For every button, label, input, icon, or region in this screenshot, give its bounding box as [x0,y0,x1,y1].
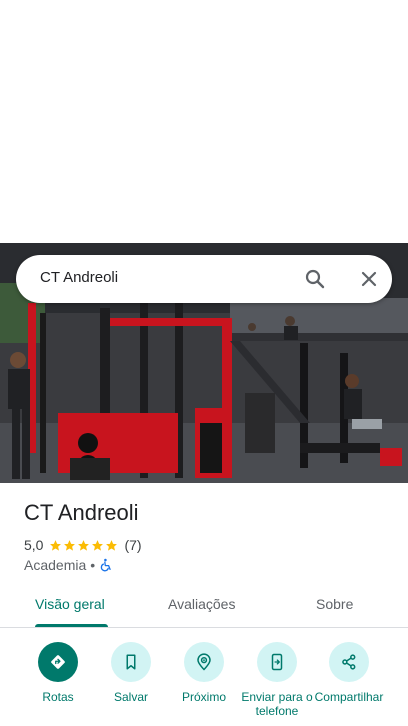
directions-icon [51,655,65,669]
share-button-circle [329,642,369,682]
nearby-icon [197,653,211,671]
place-category: Academia [24,557,87,573]
share-button[interactable]: Compartilhar [309,642,389,704]
action-bar: Rotas Salvar Próximo Enviar para o telef… [0,640,408,726]
map-blank-area [0,0,408,243]
rating-row[interactable]: 5,0 (7) [24,536,142,554]
star-rating [49,539,118,552]
tab-about[interactable]: Sobre [316,596,353,612]
nearby-button-circle [184,642,224,682]
save-label: Salvar [113,690,148,704]
star-icon [64,539,76,551]
send-to-phone-button-circle [257,642,297,682]
save-button[interactable]: Salvar [91,642,171,704]
wheelchair-accessible-icon [100,558,111,572]
nearby-label: Próximo [181,690,226,704]
share-icon [342,654,356,670]
bookmark-icon [126,654,136,670]
tab-overview[interactable]: Visão geral [35,596,105,612]
star-icon [50,539,62,551]
directions-button-circle [38,642,78,682]
active-tab-indicator [35,624,108,627]
send-to-phone-button[interactable]: Enviar para o telefone [237,642,317,718]
rating-value: 5,0 [24,537,44,553]
search-bar[interactable]: CT Andreoli [16,255,392,303]
star-icon [92,539,104,551]
place-tabs: Visão geral Avaliações Sobre [0,586,408,628]
send-to-phone-label: Enviar para o telefone [241,690,313,718]
category-separator: • [90,557,96,573]
nearby-button[interactable]: Próximo [164,642,244,704]
category-row: Academia • [24,556,113,574]
search-input[interactable]: CT Andreoli [40,269,118,286]
search-icon[interactable] [303,267,327,291]
place-title: CT Andreoli [24,500,139,525]
save-button-circle [111,642,151,682]
review-count[interactable]: (7) [124,537,141,553]
send-to-phone-icon [271,653,283,671]
directions-button[interactable]: Rotas [18,642,98,704]
directions-label: Rotas [42,690,74,704]
tab-reviews[interactable]: Avaliações [168,596,235,612]
star-icon [78,539,90,551]
close-icon[interactable] [357,267,381,291]
share-label: Compartilhar [314,690,384,704]
star-icon [106,539,118,551]
